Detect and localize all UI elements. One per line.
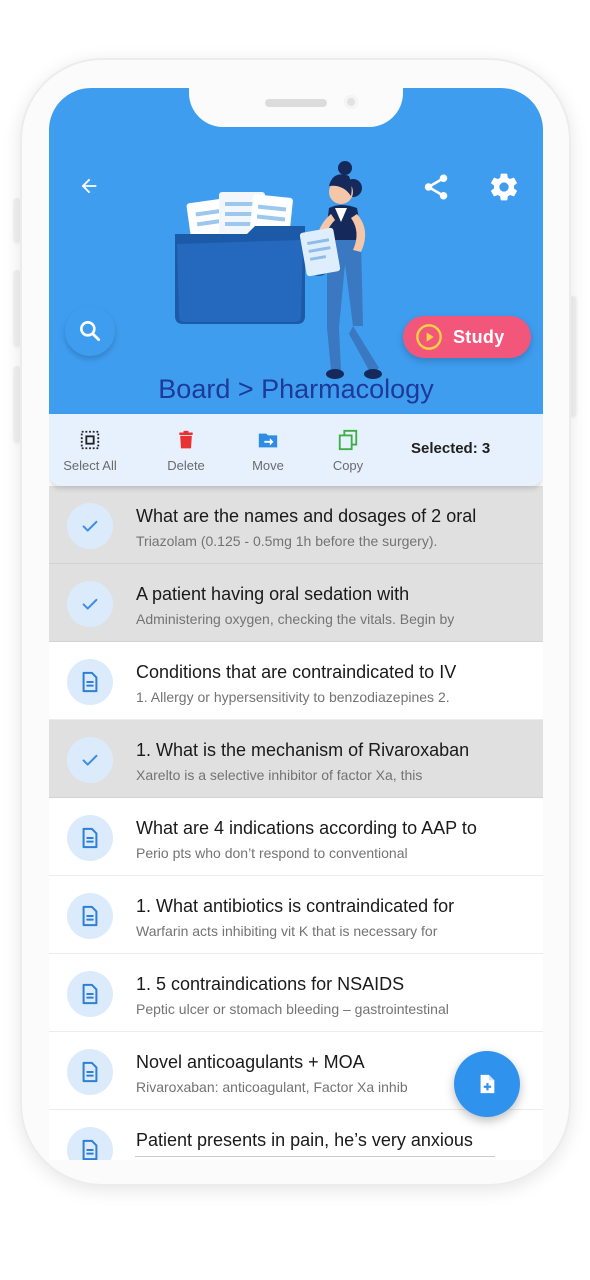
select-all-icon bbox=[80, 430, 100, 450]
card-row[interactable]: What are the names and dosages of 2 oral… bbox=[49, 486, 543, 564]
document-icon bbox=[82, 905, 98, 927]
card-subtitle: 1. Allergy or hypersensitivity to benzod… bbox=[136, 689, 450, 705]
card-icon-badge[interactable] bbox=[67, 659, 113, 705]
card-title: A patient having oral sedation with bbox=[136, 584, 410, 604]
search-icon bbox=[80, 321, 101, 342]
card-icon-badge[interactable] bbox=[67, 971, 113, 1017]
move-button[interactable]: Move bbox=[233, 428, 303, 473]
card-title: 1. What is the mechanism of Rivaroxaban bbox=[136, 740, 470, 760]
card-title: What are 4 indications according to AAP … bbox=[136, 818, 477, 838]
back-button[interactable] bbox=[73, 170, 105, 202]
gear-icon bbox=[491, 173, 517, 201]
card-icon-badge[interactable] bbox=[67, 1049, 113, 1095]
front-camera bbox=[344, 95, 358, 109]
breadcrumb: Board > Pharmacology bbox=[158, 374, 434, 404]
delete-label: Delete bbox=[167, 458, 205, 473]
card-title: What are the names and dosages of 2 oral bbox=[136, 506, 477, 526]
card-title: 1. 5 contraindications for NSAIDS bbox=[136, 974, 405, 994]
settings-button[interactable] bbox=[485, 168, 523, 206]
card-subtitle: Xarelto is a selective inhibitor of fact… bbox=[136, 767, 423, 783]
copy-button[interactable]: Copy bbox=[313, 428, 383, 473]
selection-toolbar: Select All Delete Move Copy Selected: 3 bbox=[49, 414, 543, 486]
delete-button[interactable]: Delete bbox=[151, 428, 221, 473]
card-icon-badge[interactable] bbox=[67, 893, 113, 939]
header: Study Board > Pharmacology bbox=[49, 88, 543, 414]
card-icon-badge[interactable] bbox=[67, 1127, 113, 1160]
card-title: Patient presents in pain, he’s very anxi… bbox=[136, 1130, 473, 1150]
card-row[interactable]: A patient having oral sedation with Admin… bbox=[49, 564, 543, 642]
card-subtitle: Triazolam (0.125 - 0.5mg 1h before the s… bbox=[136, 533, 438, 549]
selected-check-badge[interactable] bbox=[67, 503, 113, 549]
move-label: Move bbox=[252, 458, 284, 473]
checkmark-icon bbox=[82, 598, 98, 610]
card-subtitle: Perio pts who don’t respond to conventio… bbox=[136, 845, 408, 861]
selected-check-badge[interactable] bbox=[67, 737, 113, 783]
selected-check-badge[interactable] bbox=[67, 581, 113, 627]
card-subtitle: Peptic ulcer or stomach bleeding – gastr… bbox=[136, 1001, 449, 1017]
document-icon bbox=[82, 983, 98, 1005]
card-row[interactable]: 1. 5 contraindications for NSAIDS Peptic … bbox=[49, 954, 543, 1032]
search-button[interactable] bbox=[65, 306, 115, 356]
folder-illustration bbox=[175, 161, 382, 379]
checkmark-icon bbox=[82, 754, 98, 766]
checkmark-icon bbox=[82, 520, 98, 532]
card-subtitle: Administering oxygen, checking the vital… bbox=[136, 611, 455, 627]
speaker-grille bbox=[265, 99, 327, 107]
select-all-label: Select All bbox=[63, 458, 117, 473]
phone-notch bbox=[189, 88, 403, 127]
card-subtitle: Warfarin acts inhibiting vit K that is n… bbox=[136, 923, 438, 939]
list-bottom-divider bbox=[135, 1156, 495, 1157]
select-all-button[interactable]: Select All bbox=[55, 428, 125, 473]
trash-icon bbox=[179, 430, 193, 449]
document-icon bbox=[82, 1061, 98, 1083]
card-row[interactable]: 1. What is the mechanism of Rivaroxaban X… bbox=[49, 720, 543, 798]
study-label: Study bbox=[453, 326, 505, 347]
app-screen: Study Board > Pharmacology Select All De… bbox=[49, 88, 543, 1160]
document-icon bbox=[82, 671, 98, 693]
play-circle-icon bbox=[416, 324, 442, 350]
study-button[interactable]: Study bbox=[403, 316, 531, 358]
add-card-button[interactable] bbox=[454, 1051, 520, 1117]
move-folder-icon bbox=[258, 433, 278, 448]
arrow-left-icon bbox=[81, 178, 97, 194]
document-icon bbox=[82, 827, 98, 849]
card-icon-badge[interactable] bbox=[67, 815, 113, 861]
card-row[interactable]: What are 4 indications according to AAP … bbox=[49, 798, 543, 876]
card-title: 1. What antibiotics is contraindicated f… bbox=[136, 896, 455, 916]
share-icon bbox=[424, 174, 448, 200]
share-button[interactable] bbox=[419, 170, 453, 204]
card-row[interactable]: 1. What antibiotics is contraindicated f… bbox=[49, 876, 543, 954]
document-icon bbox=[82, 1139, 98, 1160]
add-document-icon bbox=[480, 1074, 495, 1094]
card-row[interactable]: Conditions that are contraindicated to I… bbox=[49, 642, 543, 720]
card-title: Conditions that are contraindicated to I… bbox=[136, 662, 457, 682]
copy-label: Copy bbox=[332, 458, 364, 473]
card-row[interactable]: Patient presents in pain, he’s very anxi… bbox=[49, 1110, 543, 1160]
copy-icon bbox=[338, 429, 358, 451]
selected-count: Selected: 3 bbox=[411, 440, 491, 457]
